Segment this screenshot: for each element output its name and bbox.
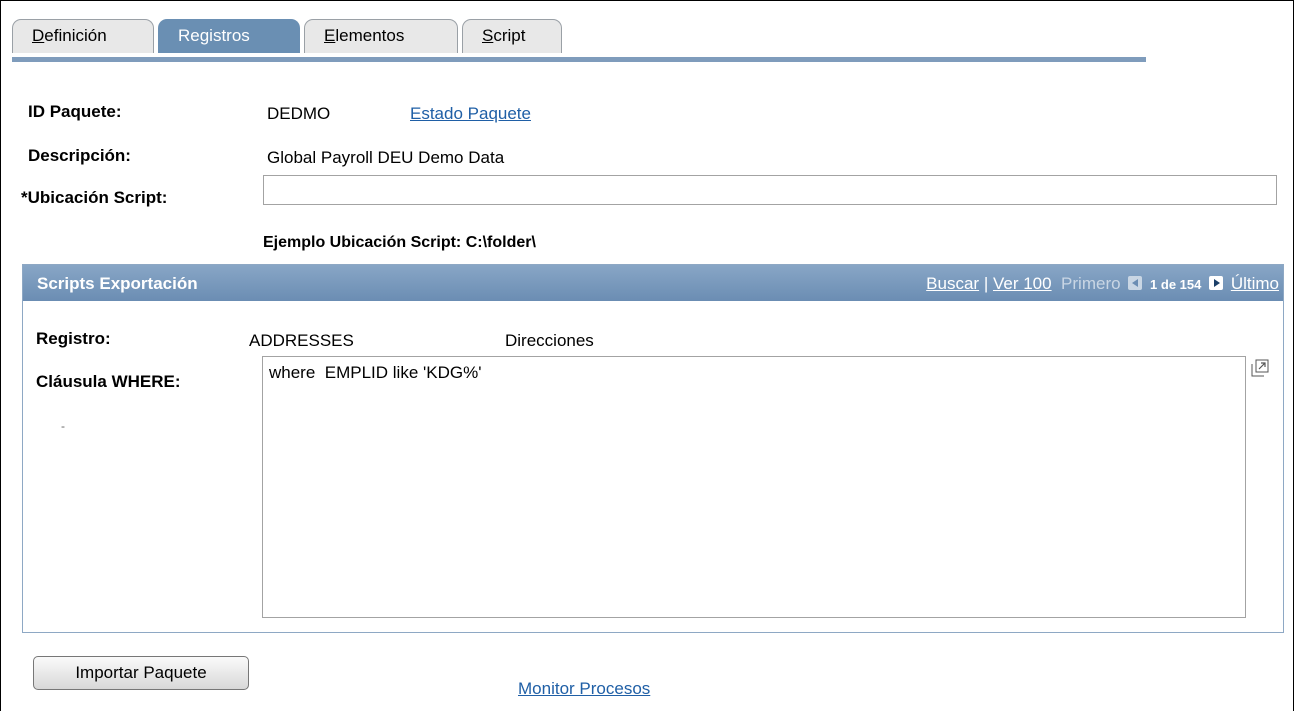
export-scripts-grid: Scripts Exportación Buscar | Ver 100 Pri…: [22, 264, 1284, 633]
next-arrow-icon[interactable]: [1209, 276, 1224, 290]
tab-label-hotkey: S: [482, 26, 494, 45]
script-location-example: Ejemplo Ubicación Script: C:\folder\: [263, 234, 536, 251]
where-clause-textarea[interactable]: where EMPLID like 'KDG%': [262, 356, 1246, 618]
nav-separator: |: [983, 274, 989, 293]
package-status-link[interactable]: Estado Paquete: [410, 104, 531, 124]
package-id-value: DEDMO: [267, 104, 331, 123]
row-count: 1 de 154: [1150, 277, 1202, 292]
package-id-label: ID Paquete:: [28, 102, 122, 121]
tab-label-hotkey: E: [324, 26, 336, 45]
tab-label-hotkey: D: [32, 26, 45, 45]
grid-header: Scripts Exportación Buscar | Ver 100 Pri…: [23, 265, 1283, 301]
grid-navigation: Buscar | Ver 100 Primero 1 de 154 Último: [926, 274, 1279, 294]
record-description: Direcciones: [505, 331, 594, 350]
first-link: Primero: [1061, 274, 1121, 293]
tab-label: lementos: [335, 26, 405, 45]
record-value: ADDRESSES: [249, 331, 354, 350]
tab-label: cript: [493, 26, 526, 45]
tab-label: Registros: [178, 26, 250, 45]
grid-title: Scripts Exportación: [37, 274, 198, 293]
record-label: Registro:: [36, 329, 111, 348]
dash-marker: -: [61, 419, 65, 433]
tab-underline-bar: [12, 57, 1146, 62]
expand-icon[interactable]: [1251, 359, 1269, 377]
script-location-input[interactable]: [263, 175, 1277, 205]
view-100-link[interactable]: Ver 100: [993, 274, 1052, 293]
script-location-label: *Ubicación Script:: [21, 188, 168, 207]
tab-script[interactable]: Script: [462, 19, 562, 53]
process-monitor-link[interactable]: Monitor Procesos: [518, 679, 650, 699]
tab-registros[interactable]: Registros: [158, 19, 300, 53]
where-clause-label: Cláusula WHERE:: [36, 372, 181, 391]
tab-label: efinición: [44, 26, 107, 45]
tab-elementos[interactable]: Elementos: [304, 19, 458, 53]
import-package-button[interactable]: Importar Paquete: [33, 656, 249, 690]
tab-definicion[interactable]: Definición: [12, 19, 154, 53]
previous-arrow-icon: [1128, 276, 1143, 290]
last-link[interactable]: Último: [1231, 274, 1279, 293]
description-label: Descripción:: [28, 146, 131, 165]
search-link[interactable]: Buscar: [926, 274, 979, 293]
description-value: Global Payroll DEU Demo Data: [267, 148, 505, 167]
